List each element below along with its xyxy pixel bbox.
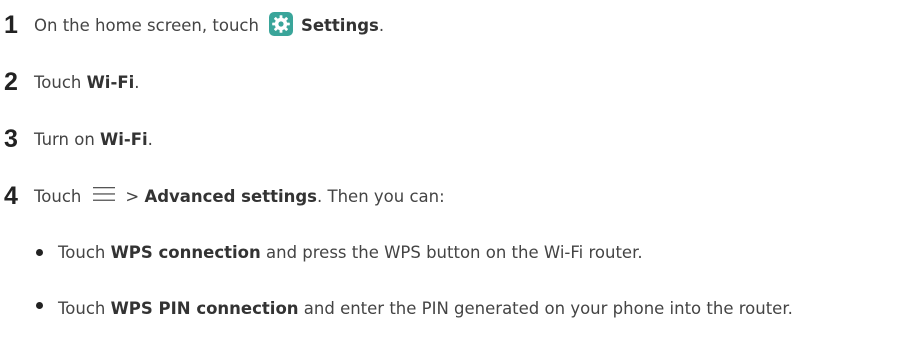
wifi-label: Wi-Fi <box>86 72 135 92</box>
menu-icon <box>93 186 116 202</box>
bullet-post: and enter the PIN generated on your phon… <box>303 299 793 318</box>
separator-arrow: > <box>125 186 140 206</box>
bullet-text: Touch WPS connection and press the WPS b… <box>58 243 643 262</box>
step-3: 3 Turn on Wi-Fi. <box>4 124 153 154</box>
settings-label: Settings <box>300 15 379 35</box>
step-text: Touch <box>34 186 82 206</box>
settings-gear-icon <box>268 12 293 36</box>
bullet-text: Touch WPS PIN connection and enter the P… <box>58 291 896 327</box>
step-number: 4 <box>4 181 18 210</box>
step-text: Turn on <box>34 129 95 149</box>
step-text: On the home screen, touch <box>34 15 259 35</box>
advanced-settings-label: Advanced settings <box>144 186 318 206</box>
wps-connection-label: WPS connection <box>110 243 261 262</box>
bullet-pre: Touch <box>58 243 106 262</box>
step-punctuation: . <box>134 72 140 92</box>
wifi-label: Wi-Fi <box>100 129 148 149</box>
wps-pin-connection-label: WPS PIN connection <box>110 299 299 318</box>
step-punctuation: . <box>378 15 385 35</box>
step-number: 1 <box>4 10 18 39</box>
step-number: 3 <box>4 124 18 153</box>
step-number: 2 <box>4 67 18 96</box>
bullet-dot <box>36 249 43 256</box>
bullet-post: and press the WPS button on the Wi-Fi ro… <box>266 243 643 262</box>
step-2: 2 Touch Wi-Fi. <box>4 67 140 97</box>
step-4: 4 Touch > Advanced settings. Then you ca… <box>4 181 445 211</box>
step-tail: . Then you can: <box>317 186 445 206</box>
bullet-pre: Touch <box>58 299 106 318</box>
bullet-dot <box>36 302 43 309</box>
step-punctuation: . <box>147 129 153 149</box>
list-item: Touch WPS PIN connection and enter the P… <box>36 291 896 327</box>
step-text: Touch <box>34 72 82 92</box>
list-item: Touch WPS connection and press the WPS b… <box>36 238 896 268</box>
step-1: 1 On the home screen, touch Settings. <box>4 10 384 40</box>
